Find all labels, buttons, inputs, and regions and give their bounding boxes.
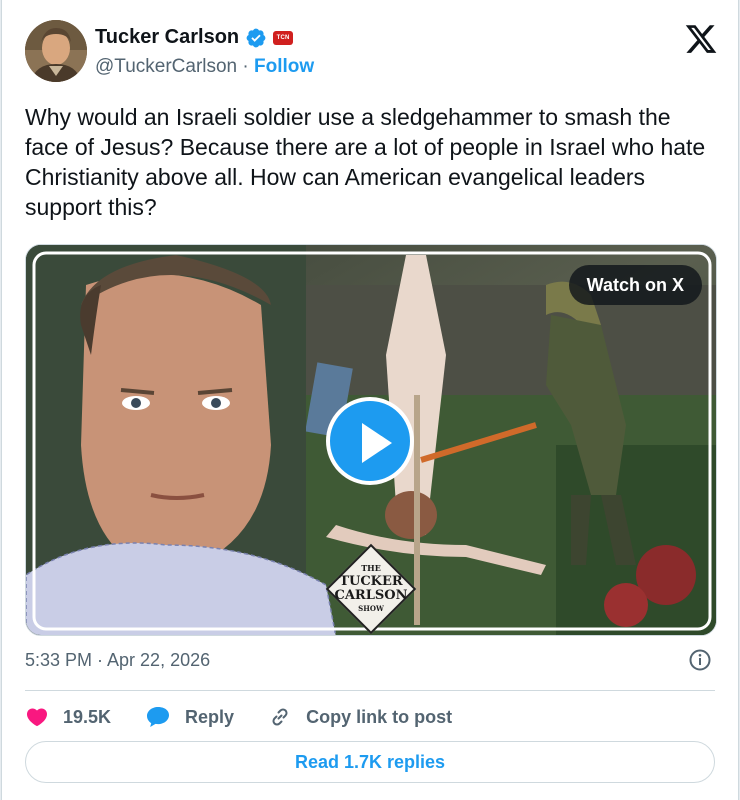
copy-link-button[interactable]: Copy link to post: [268, 705, 452, 729]
action-bar: 19.5K Reply Copy link to post: [25, 700, 486, 734]
play-icon: [362, 423, 392, 463]
show-logo-line4: SHOW: [358, 604, 384, 613]
avatar[interactable]: [25, 20, 87, 82]
verified-badge-icon: [246, 28, 266, 47]
name-row: Tucker Carlson TCN: [95, 26, 294, 49]
play-button[interactable]: [326, 397, 414, 485]
follow-button[interactable]: Follow: [254, 56, 314, 77]
watch-on-x-button[interactable]: Watch on X: [568, 265, 702, 305]
heart-icon: [26, 708, 48, 727]
like-count: 19.5K: [63, 706, 112, 727]
link-icon: [272, 708, 288, 726]
tweet-header: Tucker Carlson TCN @TuckerCarlson · Foll…: [25, 20, 718, 84]
show-logo-line2: TUCKER: [339, 574, 403, 589]
divider: [25, 690, 715, 691]
show-logo-line3: CARLSON: [334, 588, 408, 603]
like-button[interactable]: 19.5K: [25, 705, 111, 729]
x-logo-icon[interactable]: [684, 22, 718, 56]
copy-link-label: Copy link to post: [306, 706, 453, 727]
affiliate-badge: TCN: [273, 30, 294, 45]
reply-button[interactable]: Reply: [145, 705, 234, 729]
handle-row: @TuckerCarlson · Follow: [95, 56, 314, 78]
tweet-card: Tucker Carlson TCN @TuckerCarlson · Foll…: [1, 0, 739, 800]
show-logo-line1: THE: [361, 563, 381, 573]
reply-label: Reply: [185, 706, 235, 727]
read-replies-button[interactable]: Read 1.7K replies: [25, 741, 715, 783]
author-name[interactable]: Tucker Carlson: [95, 26, 239, 49]
handle-separator: ·: [237, 56, 255, 77]
video-media[interactable]: Watch on X THE TUCKER CARLSON SHOW: [25, 244, 717, 636]
timestamp[interactable]: 5:33 PM · Apr 22, 2026: [25, 650, 210, 671]
author-handle[interactable]: @TuckerCarlson: [95, 56, 237, 77]
show-logo: THE TUCKER CARLSON SHOW: [311, 543, 431, 635]
reply-icon: [147, 707, 170, 727]
tweet-text: Why would an Israeli soldier use a sledg…: [25, 104, 706, 220]
info-icon[interactable]: [688, 648, 712, 672]
